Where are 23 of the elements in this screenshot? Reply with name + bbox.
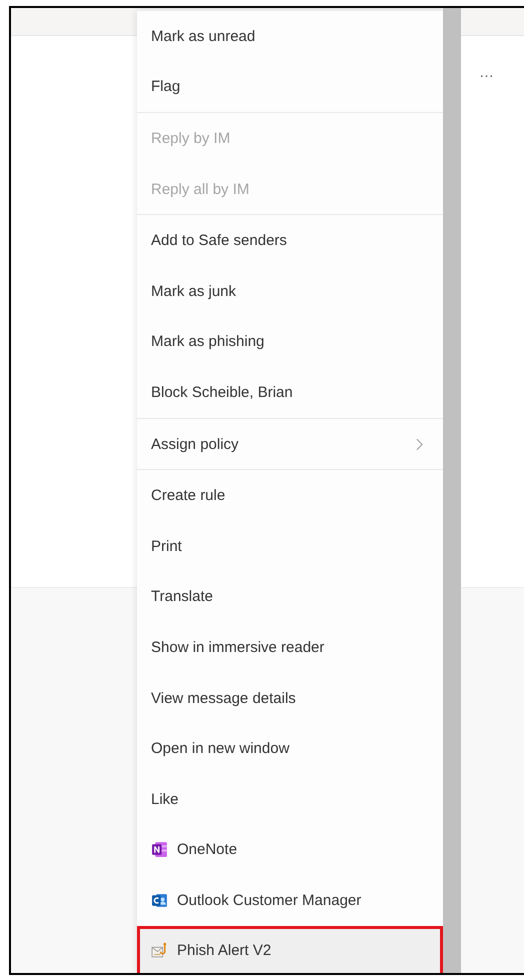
menu-item[interactable]: Translate [137,572,443,622]
menu-item[interactable]: Outlook Customer Manager [137,875,443,926]
menu-item[interactable]: OneNote [137,824,443,876]
menu-item[interactable]: Phish Alert V2 [137,926,443,973]
menu-item[interactable]: Mark as unread [137,11,443,62]
menu-item[interactable]: View message details [137,672,443,724]
menu-item[interactable]: Print [137,520,443,572]
menu-item[interactable]: Show in immersive reader [137,622,443,673]
menu-item[interactable]: Flag [137,62,443,112]
menu-item[interactable]: Open in new window [137,723,443,774]
contact-card-icon [151,892,168,909]
menu-item[interactable]: Mark as junk [137,266,443,317]
more-button[interactable]: … [475,64,498,81]
menu-item[interactable]: Mark as phishing [137,316,443,368]
menu-item[interactable]: Assign policy [137,418,443,470]
chevron-right-icon [416,438,423,451]
menu-item[interactable]: Create rule [137,470,443,521]
notebook-icon [151,841,168,858]
alert-envelope-icon [151,942,168,960]
menu-item[interactable]: Like [137,774,443,824]
scrollbar[interactable] [443,8,461,973]
menu-item[interactable]: Add to Safe senders [137,215,443,266]
menu-item[interactable]: Block Scheible, Brian [137,367,443,418]
